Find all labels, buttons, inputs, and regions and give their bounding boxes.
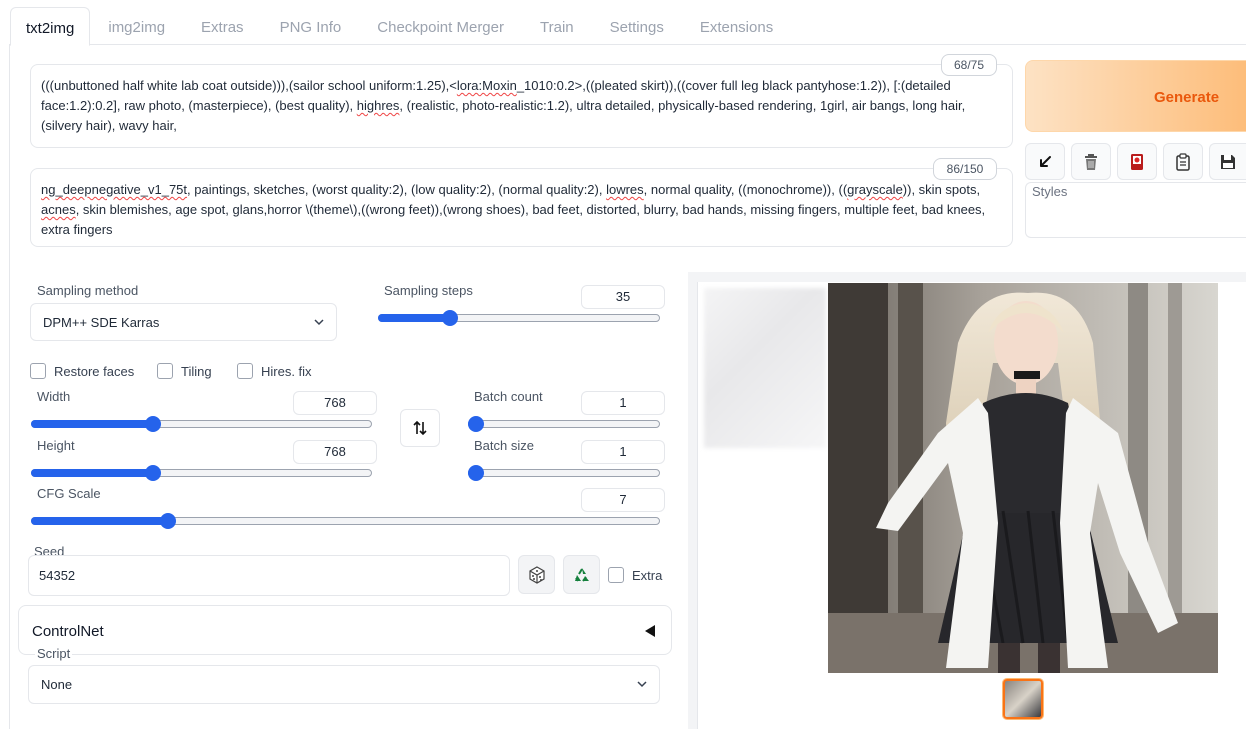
reuse-seed-button[interactable] bbox=[563, 555, 600, 594]
blurred-preview bbox=[704, 288, 826, 448]
batch-size-label: Batch size bbox=[474, 438, 534, 453]
slider-thumb[interactable] bbox=[468, 416, 484, 432]
chevron-down-icon bbox=[637, 681, 647, 688]
clear-prompt-button[interactable] bbox=[1071, 143, 1111, 180]
tab-train[interactable]: Train bbox=[522, 7, 592, 45]
controlnet-label: ControlNet bbox=[32, 623, 104, 640]
misspelled-token: lowres bbox=[606, 182, 644, 197]
script-label: Script bbox=[35, 646, 73, 661]
styles-label: Styles bbox=[1032, 184, 1068, 199]
tab-img2img[interactable]: img2img bbox=[90, 7, 183, 45]
collapse-triangle-icon bbox=[645, 625, 655, 637]
misspelled-token: highres bbox=[356, 98, 400, 113]
prompt-text: (((unbuttoned half white lab coat outsid… bbox=[41, 78, 457, 93]
misspelled-token: ng_deepnegative_v1_75t bbox=[41, 182, 188, 197]
tab-extensions[interactable]: Extensions bbox=[682, 7, 791, 45]
cfg-scale-slider[interactable] bbox=[31, 513, 660, 529]
output-gallery bbox=[697, 282, 1246, 729]
card-icon bbox=[1131, 153, 1143, 170]
hires-fix-label: Hires. fix bbox=[261, 364, 312, 379]
prompt-text: , paintings, sketches, (worst quality:2)… bbox=[187, 182, 607, 197]
sampling-steps-slider[interactable] bbox=[378, 310, 660, 326]
save-style-button[interactable] bbox=[1209, 143, 1246, 180]
tab-txt2img[interactable]: txt2img bbox=[10, 7, 91, 46]
slider-thumb[interactable] bbox=[441, 310, 458, 326]
read-params-button[interactable] bbox=[1025, 143, 1065, 180]
slider-thumb[interactable] bbox=[144, 465, 161, 481]
generate-button[interactable]: Generate bbox=[1025, 60, 1246, 132]
negative-prompt-textarea[interactable]: ng_deepnegative_v1_75t, paintings, sketc… bbox=[30, 168, 1013, 247]
prompt-text: , skin blemishes, age spot, glans,horror… bbox=[41, 202, 986, 237]
random-seed-button[interactable] bbox=[518, 555, 555, 594]
restore-faces-checkbox[interactable] bbox=[30, 363, 46, 379]
trash-icon bbox=[1085, 153, 1097, 170]
tab-png-info[interactable]: PNG Info bbox=[262, 7, 360, 45]
tab-checkpoint-merger[interactable]: Checkpoint Merger bbox=[359, 7, 522, 45]
sampling-steps-input[interactable]: 35 bbox=[581, 285, 665, 309]
cfg-scale-label: CFG Scale bbox=[37, 486, 101, 501]
sampling-method-label: Sampling method bbox=[37, 283, 139, 298]
tiling-label: Tiling bbox=[181, 364, 212, 379]
batch-size-slider[interactable] bbox=[468, 465, 660, 481]
slider-thumb[interactable] bbox=[144, 416, 161, 432]
arrow-icon bbox=[1040, 155, 1051, 167]
save-icon bbox=[1221, 154, 1235, 169]
height-input[interactable]: 768 bbox=[293, 440, 377, 464]
sampling-method-select[interactable]: DPM++ SDE Karras bbox=[30, 303, 337, 341]
tab-bar: txt2img img2img Extras PNG Info Checkpoi… bbox=[10, 7, 791, 46]
tab-settings[interactable]: Settings bbox=[592, 7, 682, 45]
misspelled-token: lora:Moxin bbox=[456, 78, 517, 93]
prompt-textarea[interactable]: (((unbuttoned half white lab coat outsid… bbox=[30, 64, 1013, 148]
seed-input[interactable]: 54352 bbox=[28, 555, 510, 596]
extra-seed-label: Extra bbox=[632, 568, 663, 583]
gallery-thumbnail[interactable] bbox=[1003, 679, 1043, 719]
height-slider[interactable] bbox=[31, 465, 372, 481]
recycle-icon bbox=[574, 567, 589, 582]
swap-icon bbox=[413, 420, 427, 436]
batch-size-input[interactable]: 1 bbox=[581, 440, 665, 464]
negative-prompt-token-counter: 86/150 bbox=[933, 158, 997, 180]
prompt-text: )), skin spots, bbox=[902, 182, 981, 197]
slider-thumb[interactable] bbox=[159, 513, 176, 529]
styles-dropdown[interactable]: Styles bbox=[1025, 182, 1246, 238]
tab-extras[interactable]: Extras bbox=[183, 7, 262, 45]
sampling-steps-label: Sampling steps bbox=[384, 283, 473, 298]
restore-faces-label: Restore faces bbox=[54, 364, 135, 379]
batch-count-label: Batch count bbox=[474, 389, 543, 404]
tiling-checkbox[interactable] bbox=[157, 363, 173, 379]
controlnet-accordion[interactable]: ControlNet bbox=[18, 605, 672, 655]
apply-style-button[interactable] bbox=[1163, 143, 1203, 180]
dice-icon bbox=[528, 565, 545, 584]
misspelled-token: acnes bbox=[41, 202, 76, 217]
swap-dimensions-button[interactable] bbox=[400, 409, 440, 447]
generated-image[interactable] bbox=[828, 283, 1218, 673]
slider-thumb[interactable] bbox=[468, 465, 484, 481]
width-label: Width bbox=[37, 389, 71, 404]
width-input[interactable]: 768 bbox=[293, 391, 377, 415]
batch-count-input[interactable]: 1 bbox=[581, 391, 665, 415]
chevron-down-icon bbox=[314, 319, 324, 326]
sampling-method-value: DPM++ SDE Karras bbox=[43, 315, 160, 330]
misspelled-token: grayscale bbox=[847, 182, 903, 197]
extra-networks-button[interactable] bbox=[1117, 143, 1157, 180]
script-value: None bbox=[41, 677, 73, 692]
script-select[interactable]: None bbox=[28, 665, 660, 704]
clipboard-icon bbox=[1176, 152, 1190, 171]
width-slider[interactable] bbox=[31, 416, 372, 432]
height-label: Height bbox=[37, 438, 75, 453]
hires-fix-checkbox[interactable] bbox=[237, 363, 253, 379]
extra-seed-checkbox[interactable] bbox=[608, 567, 624, 583]
cfg-scale-input[interactable]: 7 bbox=[581, 488, 665, 512]
batch-count-slider[interactable] bbox=[468, 416, 660, 432]
prompt-token-counter: 68/75 bbox=[941, 54, 997, 76]
prompt-text: , normal quality, ((monochrome)), (( bbox=[643, 182, 848, 197]
